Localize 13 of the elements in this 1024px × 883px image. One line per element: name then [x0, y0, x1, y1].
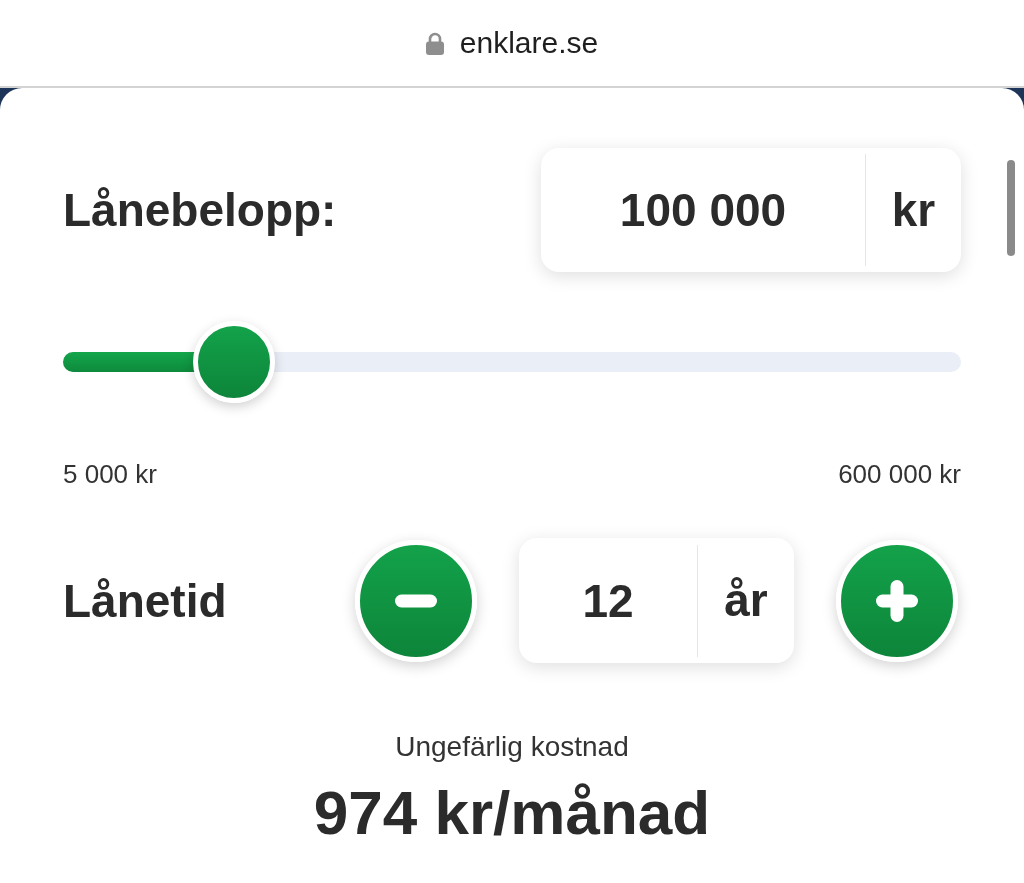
loan-amount-label: Lånebelopp:: [63, 183, 337, 237]
min-amount-label: 5 000 kr: [63, 459, 157, 489]
amount-input[interactable]: 100 000: [541, 148, 865, 272]
term-unit: år: [697, 544, 794, 657]
loan-term-label: Lånetid: [63, 573, 227, 628]
cost-caption: Ungefärlig kostnad: [395, 730, 629, 764]
plus-icon: [876, 579, 918, 622]
currency-unit: kr: [865, 154, 961, 266]
lock-icon: [425, 31, 444, 55]
max-amount-label: 600 000 kr: [838, 459, 961, 489]
url-text: enklare.se: [459, 25, 599, 61]
term-input[interactable]: 12: [519, 538, 697, 663]
monthly-cost-value: 974 kr/månad: [313, 778, 711, 848]
